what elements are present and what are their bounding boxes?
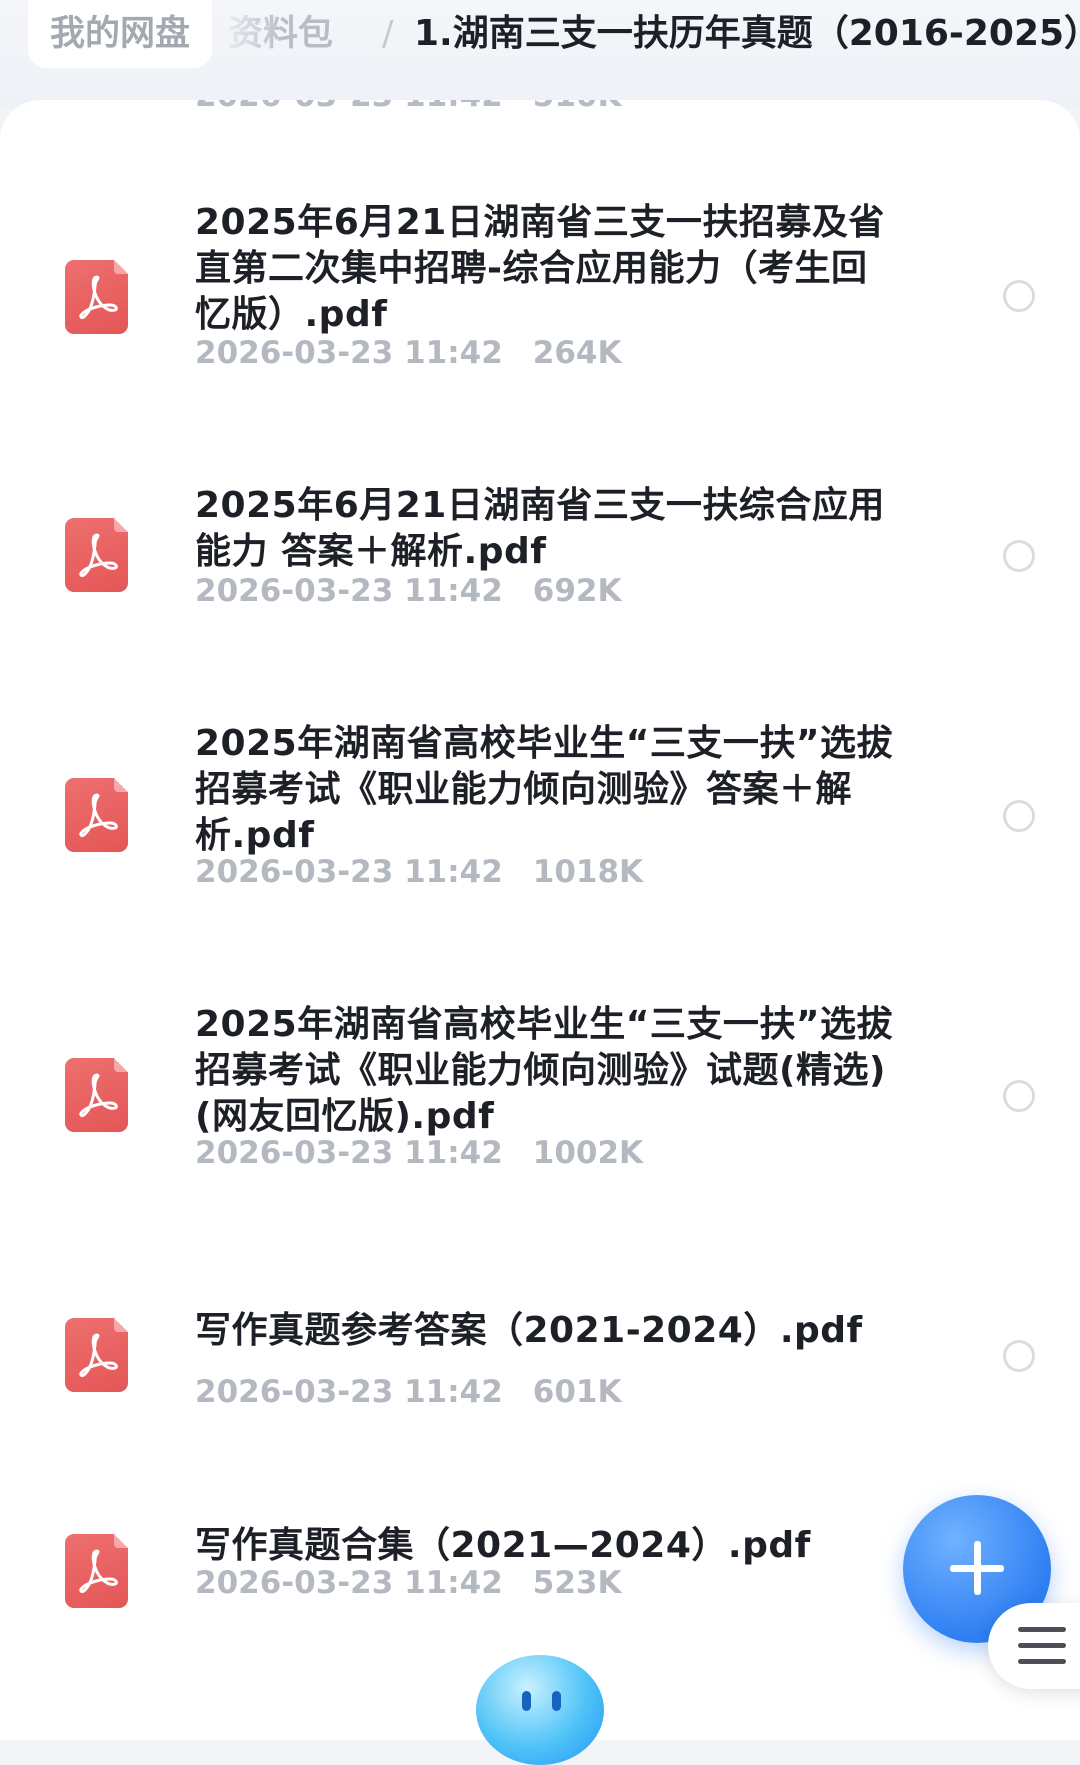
file-size: 264K — [532, 335, 622, 371]
select-checkbox[interactable] — [1003, 280, 1035, 312]
file-date: 2026-03-23 11:42 — [195, 335, 503, 371]
file-meta: 2026-03-23 11:42 510K — [195, 100, 652, 114]
file-name: 2025年湖南省高校毕业生“三支一扶”选拔招募考试《职业能力倾向测验》答案＋解析… — [195, 723, 894, 856]
file-meta: 2026-03-23 11:42 523K — [195, 1565, 622, 1601]
file-name: 写作真题参考答案（2021-2024）.pdf — [195, 1310, 863, 1351]
file-meta: 2026-03-23 11:42 1002K — [195, 1135, 643, 1171]
file-size: 510K — [533, 100, 622, 114]
pdf-icon — [65, 260, 128, 334]
menu-button[interactable] — [988, 1603, 1080, 1689]
breadcrumb: 我的网盘 资料包 / 1.湖南三支一扶历年真题（2016-2025） — [0, 0, 1080, 110]
select-checkbox[interactable] — [1003, 540, 1035, 572]
file-date: 2026-03-23 11:42 — [195, 1135, 503, 1171]
file-meta: 2026-03-23 11:42 1018K — [195, 854, 643, 890]
file-size: 523K — [532, 1565, 622, 1601]
breadcrumb-separator: / — [382, 14, 394, 54]
pdf-icon — [65, 778, 128, 852]
select-checkbox[interactable] — [1003, 1340, 1035, 1372]
file-meta: 2026-03-23 11:42 264K — [195, 335, 622, 371]
file-size: 692K — [532, 573, 622, 609]
file-size: 601K — [532, 1374, 622, 1410]
file-size: 1002K — [532, 1135, 644, 1171]
breadcrumb-current-folder: 1.湖南三支一扶历年真题（2016-2025） — [414, 13, 1080, 54]
assistant-mascot-icon[interactable] — [476, 1655, 604, 1765]
pdf-icon — [65, 1058, 128, 1132]
file-date: 2026-03-23 11:42 — [195, 573, 503, 609]
file-meta: 2026-03-23 11:42 692K — [195, 573, 622, 609]
file-date: 2026-03-23 11:42 — [195, 1374, 503, 1410]
breadcrumb-parent-folder[interactable]: 资料包 — [228, 0, 368, 68]
file-date: 2026-03-23 11:42 — [195, 100, 503, 114]
file-date: 2026-03-23 11:42 — [195, 854, 503, 890]
hamburger-menu-icon — [1018, 1627, 1066, 1632]
pdf-icon — [65, 1534, 128, 1608]
file-name: 写作真题合集（2021—2024）.pdf — [195, 1525, 811, 1566]
file-name: 2025年6月21日湖南省三支一扶招募及省直第二次集中招聘-综合应用能力（考生回… — [195, 202, 885, 335]
file-name: 2025年湖南省高校毕业生“三支一扶”选拔招募考试《职业能力倾向测验》试题(精选… — [195, 1004, 894, 1137]
pdf-icon — [65, 518, 128, 592]
breadcrumb-root[interactable]: 我的网盘 — [28, 0, 213, 68]
file-date: 2026-03-23 11:42 — [195, 1565, 503, 1601]
select-checkbox[interactable] — [1003, 1080, 1035, 1112]
file-list: 2026-03-23 11:42 510K 2025年6月21日湖南省三支一扶招募… — [0, 100, 1080, 1740]
file-name: 2025年6月21日湖南省三支一扶综合应用能力 答案＋解析.pdf — [195, 485, 885, 572]
file-size: 1018K — [532, 854, 644, 890]
select-checkbox[interactable] — [1003, 800, 1035, 832]
pdf-icon — [65, 1318, 128, 1392]
file-meta: 2026-03-23 11:42 601K — [195, 1374, 622, 1410]
